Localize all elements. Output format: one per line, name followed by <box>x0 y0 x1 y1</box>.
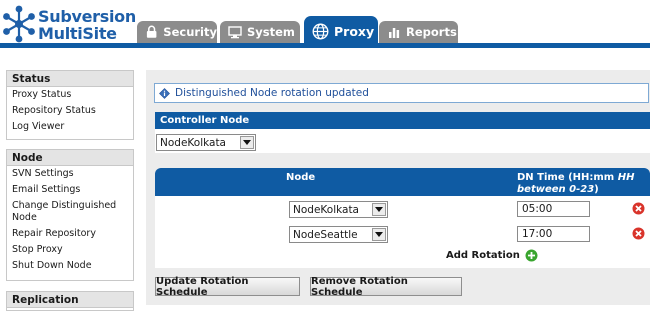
remove-rotation-schedule-button[interactable]: Remove Rotation Schedule <box>310 276 462 298</box>
app-header: Subversion MultiSite Security System Pro… <box>0 0 650 48</box>
rotation-row-2-node-value: NodeSeattle <box>293 228 358 241</box>
rotation-row-2-time-input[interactable]: 17:00 <box>517 226 590 242</box>
lock-icon <box>146 25 157 38</box>
chevron-down-icon <box>372 228 386 241</box>
tab-proxy-label: Proxy <box>334 23 375 39</box>
update-rotation-schedule-button[interactable]: Update Rotation Schedule <box>155 276 300 298</box>
column-dn-time: DN Time (HH:mm HH between 0-23) <box>517 172 637 196</box>
sidebar-item-change-distinguished-node[interactable]: Change Distinguished Node <box>7 198 133 226</box>
column-node: Node <box>286 172 316 183</box>
add-rotation-link[interactable]: Add Rotation <box>446 249 538 262</box>
remove-row-icon[interactable] <box>632 202 645 215</box>
remove-row-icon[interactable] <box>632 227 645 240</box>
sidebar-item-email-settings[interactable]: Email Settings <box>7 182 133 198</box>
column-dn-time-close: ) <box>594 184 599 195</box>
rotation-row-1-time-input[interactable]: 05:00 <box>517 201 590 217</box>
status-message-text: Distinguished Node rotation updated <box>175 87 369 99</box>
controller-node-value: NodeKolkata <box>160 136 226 149</box>
sidebar-status-section: Status Proxy Status Repository Status Lo… <box>6 70 134 140</box>
sidebar-node-title: Node <box>7 150 133 166</box>
tab-reports[interactable]: Reports <box>379 21 458 43</box>
sidebar-item-repair-repository[interactable]: Repair Repository <box>7 226 133 242</box>
sidebar-item-proxy-status[interactable]: Proxy Status <box>7 87 133 103</box>
sidebar-node-section: Node SVN Settings Email Settings Change … <box>6 149 134 281</box>
rotation-row-1-node-value: NodeKolkata <box>293 203 359 216</box>
sidebar-item-repository-status[interactable]: Repository Status <box>7 103 133 119</box>
tab-system[interactable]: System <box>220 21 300 43</box>
tab-security[interactable]: Security <box>137 21 217 43</box>
status-message: Distinguished Node rotation updated <box>154 83 649 103</box>
globe-icon <box>312 23 329 39</box>
bar-chart-icon <box>389 28 400 38</box>
tab-bar-divider <box>0 43 650 48</box>
sidebar-replication-section: Replication <box>6 291 134 311</box>
controller-node-header: Controller Node <box>155 112 650 129</box>
sidebar-item-log-viewer[interactable]: Log Viewer <box>7 119 133 135</box>
sidebar-replication-title: Replication <box>7 292 133 308</box>
column-dn-time-label: DN Time (HH:mm <box>517 172 615 183</box>
logo-mark-icon <box>3 5 35 43</box>
info-diamond-icon <box>159 87 170 99</box>
sidebar-item-stop-proxy[interactable]: Stop Proxy <box>7 242 133 258</box>
logo-line-1: Subversion <box>38 7 136 26</box>
chevron-down-icon <box>240 136 254 149</box>
sidebar-status-title: Status <box>7 71 133 87</box>
monitor-icon <box>228 26 242 39</box>
add-plus-icon <box>525 249 538 262</box>
logo[interactable]: Subversion MultiSite <box>2 4 137 46</box>
sidebar-item-shut-down-node[interactable]: Shut Down Node <box>7 258 133 274</box>
sidebar-item-svn-settings[interactable]: SVN Settings <box>7 166 133 182</box>
tab-security-label: Security <box>163 25 217 39</box>
logo-line-2: MultiSite <box>38 24 117 43</box>
tab-proxy[interactable]: Proxy <box>304 16 378 46</box>
chevron-down-icon <box>372 203 386 216</box>
tab-system-label: System <box>247 25 295 39</box>
tab-reports-label: Reports <box>406 25 457 39</box>
logo-text: Subversion MultiSite <box>38 8 136 42</box>
rotation-row-2-node-select[interactable]: NodeSeattle <box>289 226 388 243</box>
rotation-row-1-node-select[interactable]: NodeKolkata <box>289 201 388 218</box>
controller-node-select[interactable]: NodeKolkata <box>156 134 256 151</box>
add-rotation-label: Add Rotation <box>446 250 520 261</box>
